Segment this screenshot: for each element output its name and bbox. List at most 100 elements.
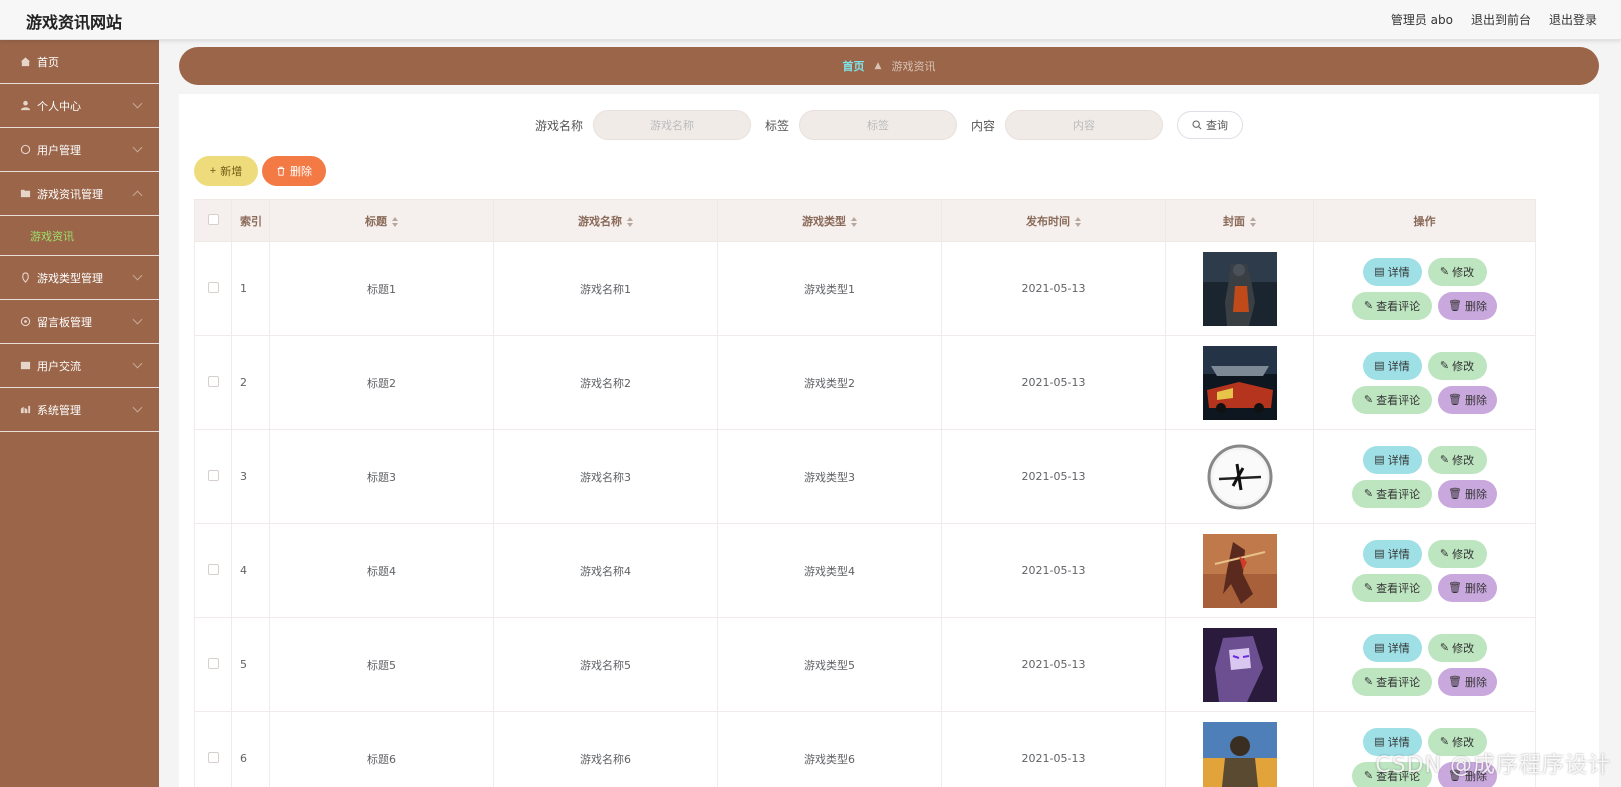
edit-button[interactable]: ✎ 修改 [1427, 257, 1487, 286]
row-checkbox[interactable] [207, 281, 219, 293]
header-cover-label: 封面 [1223, 214, 1245, 228]
view-comments-button[interactable]: ✎ 查看评论 [1352, 573, 1432, 602]
view-comments-button[interactable]: ✎ 查看评论 [1352, 385, 1432, 414]
edit-button[interactable]: ✎ 修改 [1427, 539, 1487, 568]
settings-icon [19, 404, 31, 416]
user-icon [19, 100, 31, 112]
cell-index: 3 [231, 429, 270, 524]
sidebar-item-game-type-management[interactable]: 游戏类型管理 [0, 256, 159, 300]
row-checkbox[interactable] [207, 657, 219, 669]
breadcrumb-home[interactable]: 首页 [843, 58, 865, 74]
delete-button[interactable]: 🗑 删除 [1438, 479, 1497, 508]
cell-publish-time: 2021-05-13 [941, 241, 1166, 336]
pencil-icon: ✎ [1363, 676, 1374, 688]
cell-title: 标题1 [269, 241, 494, 336]
header-game-type-label: 游戏类型 [802, 214, 846, 228]
cover-image[interactable] [1202, 439, 1277, 514]
cover-image[interactable] [1202, 721, 1277, 787]
add-button-label: 新增 [220, 166, 243, 178]
header-cover[interactable]: 封面 [1165, 199, 1314, 242]
pencil-icon: ✎ [1439, 642, 1450, 654]
cell-title: 标题6 [269, 711, 494, 787]
sidebar-item-user-exchange[interactable]: 用户交流 [0, 344, 159, 388]
search-bar: 游戏名称 标签 内容 查询 [179, 110, 1599, 140]
chevron-down-icon [132, 314, 143, 325]
detail-button[interactable]: ▤ 详情 [1362, 539, 1422, 568]
cover-image[interactable] [1202, 345, 1277, 420]
add-button[interactable]: + 新增 [194, 156, 258, 186]
sidebar-item-label: 个人中心 [37, 99, 81, 113]
cell-publish-time: 2021-05-13 [941, 429, 1166, 524]
delete-button[interactable]: 🗑 删除 [1438, 667, 1497, 696]
view-comments-button[interactable]: ✎ 查看评论 [1352, 479, 1432, 508]
tag-label: 标签 [764, 118, 789, 133]
document-icon: ▤ [1374, 548, 1385, 560]
search-button-label: 查询 [1206, 120, 1229, 132]
row-actions: ▤ 详情 ✎ 修改 ✎ 查看评论 🗑 删除 [1314, 445, 1535, 508]
view-comments-label: 查看评论 [1376, 300, 1421, 313]
content-label: 内容 [971, 118, 996, 133]
pencil-icon: ✎ [1439, 548, 1450, 560]
row-checkbox[interactable] [207, 375, 219, 387]
cell-game-name: 游戏名称1 [493, 241, 718, 336]
row-checkbox[interactable] [207, 563, 219, 575]
content-panel: 游戏名称 标签 内容 查询 + 新增 删除 [179, 94, 1599, 787]
select-all-cell [194, 199, 232, 242]
delete-button[interactable]: 🗑 删除 [1438, 573, 1497, 602]
logout-link[interactable]: 退出登录 [1549, 11, 1597, 28]
pencil-icon: ✎ [1363, 770, 1374, 782]
sidebar-subitem-news[interactable]: 游戏资讯 [0, 216, 159, 256]
sidebar-item-home[interactable]: 首页 [0, 40, 159, 84]
sidebar-item-news-management[interactable]: 游戏资讯管理 [0, 172, 159, 216]
row-checkbox[interactable] [207, 469, 219, 481]
edit-label: 修改 [1452, 642, 1475, 655]
chevron-down-icon [132, 98, 143, 109]
edit-button[interactable]: ✎ 修改 [1427, 445, 1487, 474]
row-checkbox[interactable] [207, 751, 219, 763]
edit-label: 修改 [1452, 548, 1475, 561]
content-input[interactable] [1005, 110, 1164, 140]
view-comments-button[interactable]: ✎ 查看评论 [1352, 667, 1432, 696]
table-row: 1 标题1 游戏名称1 游戏类型1 2021-05-13 ▤ 详情 ✎ 修改 ✎… [194, 241, 1536, 336]
trash-icon: 🗑 [1448, 488, 1462, 500]
sidebar-item-profile[interactable]: 个人中心 [0, 84, 159, 128]
cell-game-name: 游戏名称5 [493, 617, 718, 712]
cell-game-type: 游戏类型6 [717, 711, 942, 787]
search-button[interactable]: 查询 [1177, 111, 1244, 139]
back-to-frontend-link[interactable]: 退出到前台 [1471, 11, 1531, 28]
document-icon: ▤ [1374, 642, 1385, 654]
select-all-checkbox[interactable] [207, 213, 219, 225]
detail-button[interactable]: ▤ 详情 [1362, 445, 1422, 474]
detail-button[interactable]: ▤ 详情 [1362, 257, 1422, 286]
header-publish-time[interactable]: 发布时间 [941, 199, 1166, 242]
cell-index: 2 [231, 335, 270, 430]
header-game-type[interactable]: 游戏类型 [717, 199, 942, 242]
header-game-name[interactable]: 游戏名称 [493, 199, 718, 242]
cover-image[interactable] [1202, 251, 1277, 326]
sidebar-item-system-management[interactable]: 系统管理 [0, 388, 159, 432]
batch-delete-button[interactable]: 删除 [262, 156, 326, 186]
table-row: 3 标题3 游戏名称3 游戏类型3 2021-05-13 ▤ 详情 ✎ 修改 ✎… [194, 429, 1536, 524]
sidebar-item-label: 首页 [37, 55, 59, 69]
sidebar-item-message-board[interactable]: 留言板管理 [0, 300, 159, 344]
cover-image[interactable] [1202, 533, 1277, 608]
trash-icon: 🗑 [1448, 300, 1462, 312]
detail-button[interactable]: ▤ 详情 [1362, 633, 1422, 662]
detail-button[interactable]: ▤ 详情 [1362, 351, 1422, 380]
delete-button[interactable]: 🗑 删除 [1438, 291, 1497, 320]
folder-icon [19, 188, 31, 200]
cover-image[interactable] [1202, 627, 1277, 702]
game-name-input[interactable] [592, 110, 751, 140]
view-comments-button[interactable]: ✎ 查看评论 [1352, 291, 1432, 320]
cell-game-name: 游戏名称2 [493, 335, 718, 430]
header-title[interactable]: 标题 [269, 199, 494, 242]
plus-icon: + [209, 165, 217, 177]
sidebar-item-user-management[interactable]: 用户管理 [0, 128, 159, 172]
delete-button[interactable]: 🗑 删除 [1438, 385, 1497, 414]
header-title-label: 标题 [365, 214, 387, 228]
edit-button[interactable]: ✎ 修改 [1427, 351, 1487, 380]
tag-input[interactable] [799, 110, 957, 140]
row-actions: ▤ 详情 ✎ 修改 ✎ 查看评论 🗑 删除 [1314, 539, 1535, 602]
game-name-label: 游戏名称 [534, 118, 583, 133]
edit-button[interactable]: ✎ 修改 [1427, 633, 1487, 662]
